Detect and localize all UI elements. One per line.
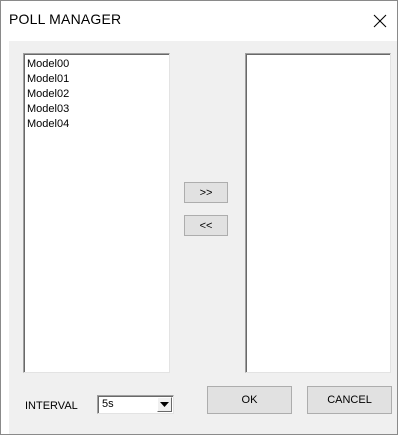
add-to-selected-button[interactable]: >>	[184, 182, 228, 203]
interval-value: 5s	[102, 398, 114, 410]
chevron-down-icon	[160, 402, 169, 407]
list-item[interactable]: Model00	[24, 57, 169, 72]
remove-from-selected-button[interactable]: <<	[184, 215, 228, 236]
list-item[interactable]: Model01	[24, 72, 169, 87]
list-item[interactable]: Model03	[24, 102, 169, 117]
selected-models-listbox[interactable]	[245, 53, 391, 373]
available-models-listbox[interactable]: Model00 Model01 Model02 Model03 Model04	[23, 53, 170, 373]
window-title: POLL MANAGER	[9, 11, 122, 27]
interval-dropdown[interactable]: 5s	[97, 395, 174, 414]
poll-manager-dialog: POLL MANAGER Model00 Model01 Model02 Mod…	[0, 0, 398, 435]
close-button[interactable]	[367, 8, 393, 34]
cancel-button[interactable]: CANCEL	[307, 386, 392, 414]
title-bar[interactable]: POLL MANAGER	[1, 1, 397, 41]
list-item[interactable]: Model02	[24, 87, 169, 102]
list-item[interactable]: Model04	[24, 117, 169, 132]
dialog-body: Model00 Model01 Model02 Model03 Model04 …	[9, 41, 397, 434]
available-models-items: Model00 Model01 Model02 Model03 Model04	[24, 54, 169, 132]
ok-button[interactable]: OK	[207, 386, 292, 414]
interval-label: INTERVAL	[25, 400, 78, 412]
dropdown-button[interactable]	[157, 397, 172, 412]
close-icon	[373, 14, 387, 28]
